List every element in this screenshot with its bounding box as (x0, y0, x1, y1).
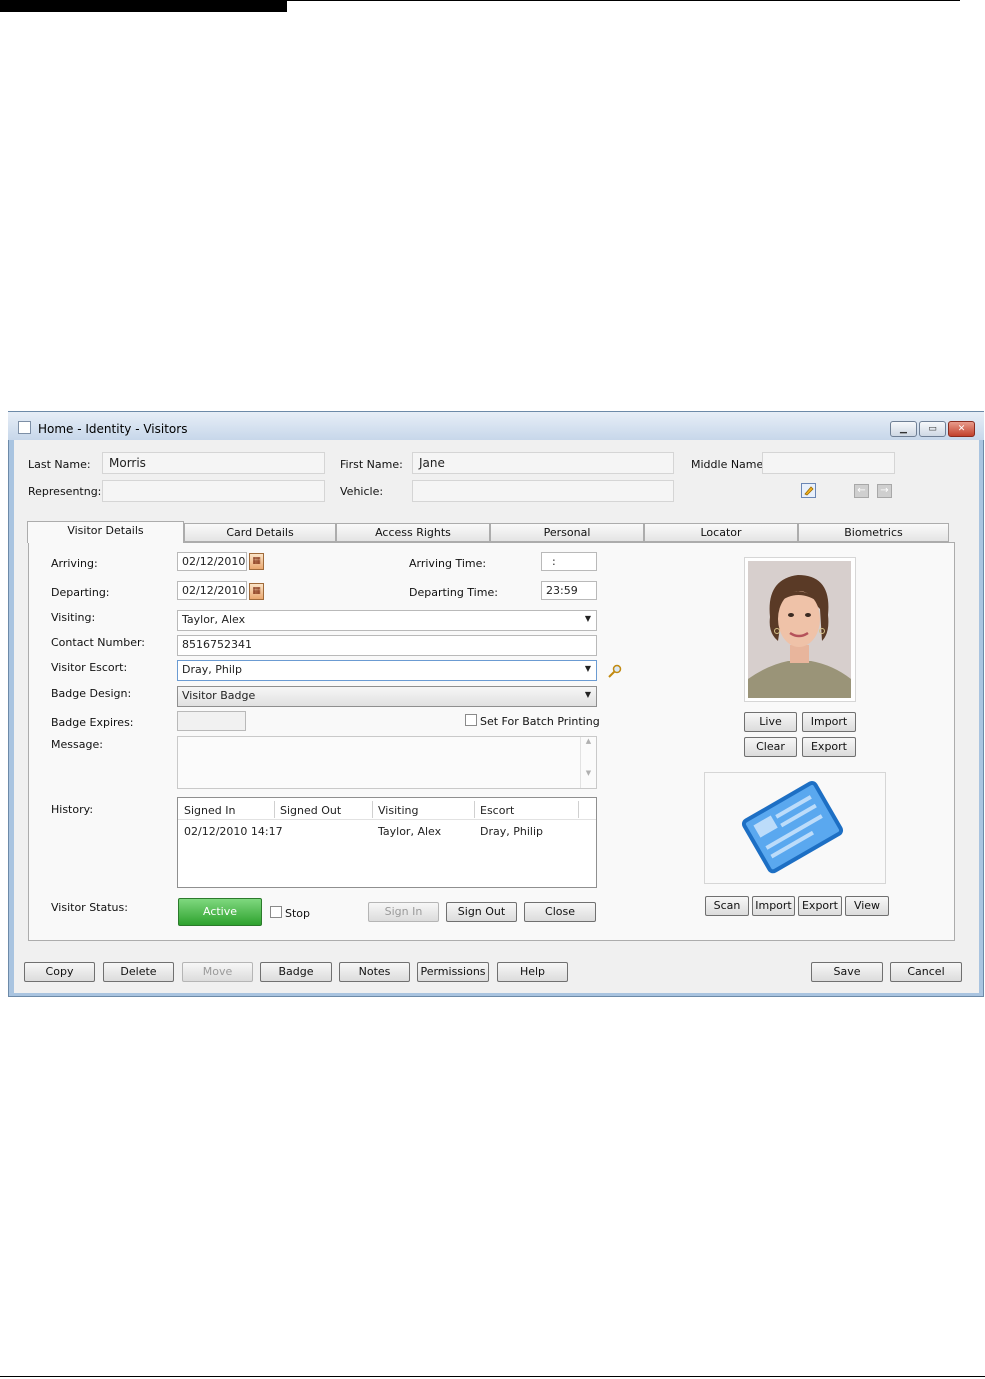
help-button[interactable]: Help (497, 962, 568, 982)
close-button[interactable]: Close (524, 902, 596, 922)
close-icon[interactable]: ✕ (948, 421, 975, 437)
departing-date-input[interactable]: 02/12/2010 (177, 581, 247, 600)
arriving-time-input[interactable]: : (541, 552, 597, 571)
first-name-label: First Name: (340, 458, 403, 471)
history-cell-visiting: Taylor, Alex (378, 825, 442, 838)
search-icon[interactable] (607, 663, 623, 679)
permissions-button[interactable]: Permissions (417, 962, 489, 982)
tab-card-details[interactable]: Card Details (184, 523, 336, 542)
card-export-button[interactable]: Export (798, 896, 842, 916)
back-arrow-icon[interactable]: ← (854, 484, 869, 498)
page-header-bar (0, 0, 287, 12)
copy-button[interactable]: Copy (24, 962, 95, 982)
column-divider (474, 801, 475, 818)
stop-checkbox[interactable] (270, 906, 282, 918)
page-header-rule (287, 0, 960, 1)
column-divider (372, 801, 373, 818)
chevron-down-icon: ▼ (584, 690, 591, 699)
move-button[interactable]: Move (182, 962, 253, 982)
message-label: Message: (51, 738, 103, 751)
badge-expires-input[interactable] (177, 711, 246, 731)
calendar-icon[interactable]: ▦ (249, 583, 264, 600)
notes-button[interactable]: Notes (339, 962, 410, 982)
representing-label: Representng: (28, 485, 102, 498)
contact-number-input[interactable]: 8516752341 (177, 635, 597, 656)
tab-access-rights[interactable]: Access Rights (336, 523, 490, 542)
history-col-signed-in[interactable]: Signed In (184, 804, 235, 817)
departing-time-input[interactable]: 23:59 (541, 581, 597, 600)
first-name-field[interactable]: Jane (412, 452, 674, 474)
card-import-button[interactable]: Import (752, 896, 795, 916)
window-title: Home - Identity - Visitors (38, 422, 188, 436)
vehicle-field[interactable] (412, 480, 674, 502)
history-header-divider (178, 819, 596, 820)
photo-import-button[interactable]: Import (802, 712, 856, 732)
tab-visitor-details[interactable]: Visitor Details (27, 521, 184, 543)
arriving-time-label: Arriving Time: (409, 557, 487, 570)
departing-time-label: Departing Time: (409, 586, 498, 599)
badge-expires-label: Badge Expires: (51, 716, 134, 729)
last-name-label: Last Name: (28, 458, 91, 471)
column-divider (578, 801, 579, 818)
minimize-icon[interactable]: ▁ (890, 421, 917, 437)
maximize-icon[interactable]: ▭ (919, 421, 946, 437)
tab-personal[interactable]: Personal (490, 523, 644, 542)
middle-name-label: Middle Name: (691, 458, 767, 471)
visiting-label: Visiting: (51, 611, 96, 624)
history-cell-signed-in: 02/12/2010 14:17 (184, 825, 283, 838)
representing-field[interactable] (102, 480, 325, 502)
card-view-button[interactable]: View (845, 896, 889, 916)
badge-design-select[interactable]: Visitor Badge ▼ (177, 686, 597, 707)
sign-out-button[interactable]: Sign Out (446, 902, 517, 922)
middle-name-field[interactable] (762, 452, 895, 474)
vehicle-label: Vehicle: (340, 485, 384, 498)
visitor-photo (748, 561, 851, 698)
badge-button[interactable]: Badge (260, 962, 332, 982)
edit-note-icon[interactable] (801, 483, 816, 498)
arriving-date-input[interactable]: 02/12/2010 (177, 552, 247, 571)
history-col-escort[interactable]: Escort (480, 804, 514, 817)
visitor-status-label: Visitor Status: (51, 901, 128, 914)
message-textarea[interactable]: ▲ ▼ (177, 736, 597, 789)
page-footer-rule (0, 1376, 985, 1377)
sign-in-button[interactable]: Sign In (368, 902, 439, 922)
contact-number-label: Contact Number: (51, 636, 145, 649)
message-scrollbar[interactable]: ▲ ▼ (580, 737, 596, 788)
forward-arrow-icon[interactable]: → (877, 484, 892, 498)
visiting-value: Taylor, Alex (182, 613, 246, 626)
tab-biometrics[interactable]: Biometrics (798, 523, 949, 542)
departing-label: Departing: (51, 586, 110, 599)
history-label: History: (51, 803, 94, 816)
batch-printing-label: Set For Batch Printing (480, 715, 600, 728)
last-name-field[interactable]: Morris (102, 452, 325, 474)
visitor-escort-value: Dray, Philp (182, 663, 242, 676)
badge-design-label: Badge Design: (51, 687, 132, 700)
active-status-button[interactable]: Active (178, 898, 262, 926)
history-col-signed-out[interactable]: Signed Out (280, 804, 341, 817)
stop-label: Stop (285, 907, 311, 920)
delete-button[interactable]: Delete (103, 962, 174, 982)
badge-design-value: Visitor Badge (182, 689, 256, 702)
history-col-visiting[interactable]: Visiting (378, 804, 418, 817)
batch-printing-checkbox[interactable] (465, 714, 477, 726)
photo-clear-button[interactable]: Clear (744, 737, 797, 757)
history-cell-escort: Dray, Philip (480, 825, 543, 838)
photo-export-button[interactable]: Export (802, 737, 856, 757)
tab-locator[interactable]: Locator (644, 523, 798, 542)
app-icon (18, 421, 31, 434)
visitor-escort-select[interactable]: Dray, Philp ▼ (177, 660, 597, 681)
id-card-icon (738, 776, 848, 880)
visitor-escort-label: Visitor Escort: (51, 661, 128, 674)
scan-button[interactable]: Scan (705, 896, 749, 916)
chevron-down-icon: ▼ (584, 614, 591, 623)
visiting-select[interactable]: Taylor, Alex ▼ (177, 610, 597, 631)
chevron-down-icon: ▼ (584, 664, 591, 673)
calendar-icon[interactable]: ▦ (249, 553, 264, 570)
arriving-label: Arriving: (51, 557, 98, 570)
cancel-button[interactable]: Cancel (890, 962, 962, 982)
live-button[interactable]: Live (744, 712, 797, 732)
save-button[interactable]: Save (811, 962, 883, 982)
column-divider (274, 801, 275, 818)
